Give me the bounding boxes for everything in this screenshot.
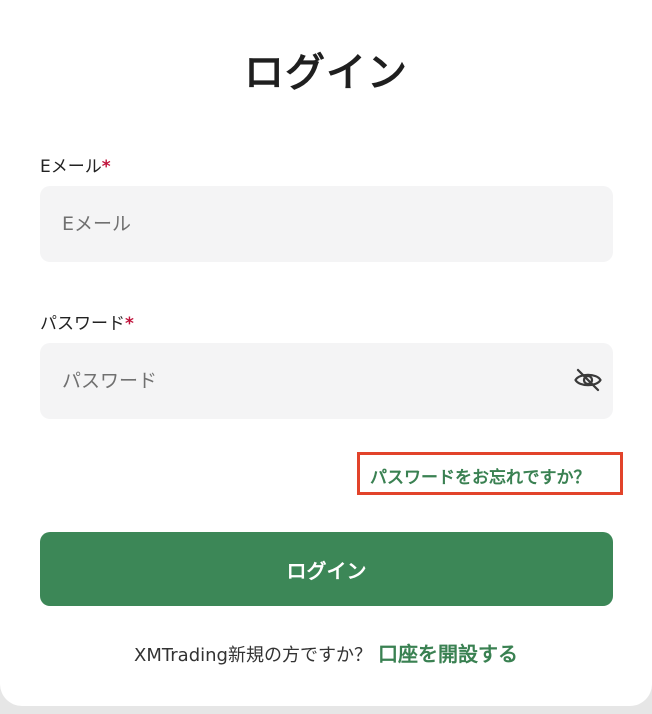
login-card: ログイン Eメール* パスワード* パスワードをお忘れですか？ ログイン XMT…: [0, 0, 652, 706]
password-input[interactable]: [40, 343, 613, 419]
password-label-text: パスワード: [40, 314, 125, 334]
email-input[interactable]: [40, 186, 613, 262]
open-account-link[interactable]: 口座を開設する: [378, 642, 518, 666]
login-button[interactable]: ログイン: [40, 532, 613, 606]
signup-row: XMTrading新規の方ですか？ 口座を開設する: [0, 638, 652, 667]
password-required-mark: *: [125, 314, 134, 334]
forgot-password-link[interactable]: パスワードをお忘れですか？: [370, 463, 591, 488]
email-required-mark: *: [101, 157, 111, 177]
email-label-text: Eメール: [40, 157, 102, 177]
page-title: ログイン: [244, 50, 408, 96]
email-label: Eメール*: [40, 152, 111, 177]
password-label: パスワード*: [40, 309, 134, 334]
signup-prompt: XMTrading新規の方ですか？: [134, 645, 372, 666]
eye-slash-icon[interactable]: [573, 365, 603, 395]
